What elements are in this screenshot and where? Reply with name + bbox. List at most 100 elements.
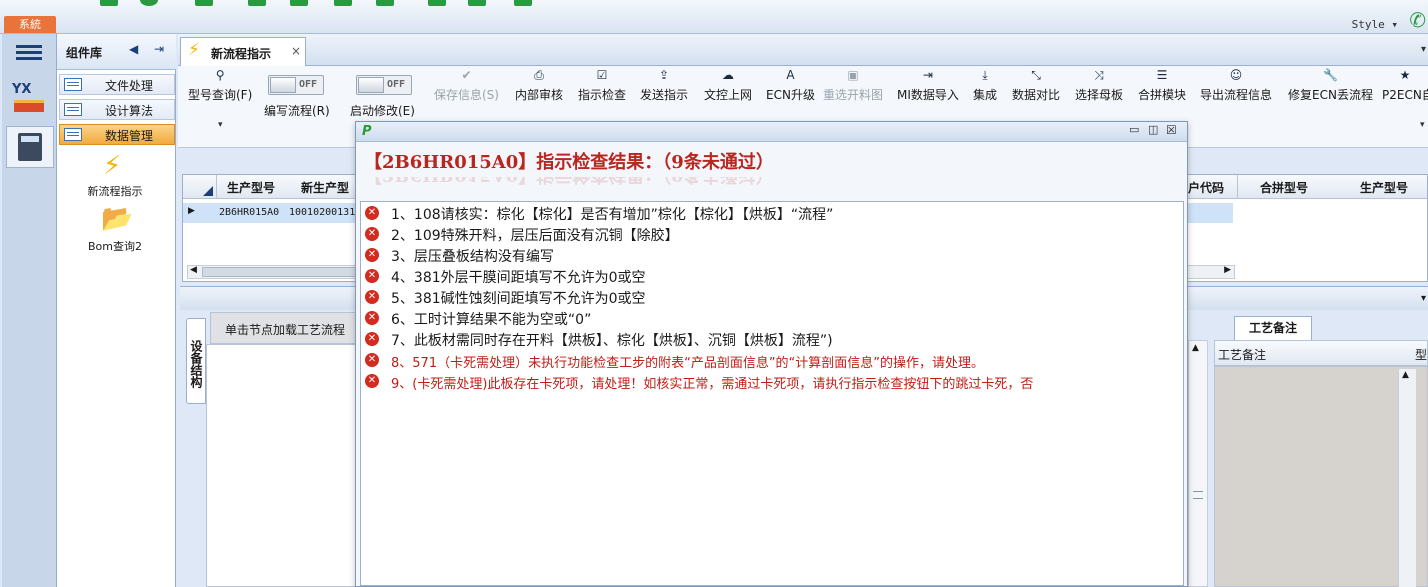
- copy-icon[interactable]: [334, 0, 352, 6]
- export-flow-button[interactable]: ☺ 导出流程信息: [1200, 66, 1272, 103]
- list-item[interactable]: ✕ 9、(卡死需处理)此板存在卡死项，请处理！如核实正常，需通过卡死项，请执行指示…: [361, 371, 1181, 392]
- fix-ecn-button[interactable]: 🔧 修复ECN丢流程: [1288, 66, 1373, 103]
- lock-icon[interactable]: [428, 0, 446, 6]
- error-icon: ✕: [365, 248, 379, 262]
- shortcut-new-flow[interactable]: 新流程指示: [65, 183, 165, 199]
- component-panel-title: 组件库: [66, 46, 103, 60]
- lightning-icon[interactable]: ⚡: [103, 151, 121, 181]
- chevron-down-icon[interactable]: ▾: [1421, 293, 1426, 304]
- dock-icon[interactable]: ⇥: [154, 42, 164, 56]
- scroll-grip[interactable]: [1193, 491, 1203, 499]
- left-rail: YX: [2, 34, 57, 587]
- scroll-left-icon[interactable]: ◀: [190, 265, 197, 275]
- scroll-right-icon[interactable]: ▶: [1224, 265, 1231, 275]
- folder-icon[interactable]: 📂: [101, 204, 133, 234]
- p2ecn-button[interactable]: ★ P2ECN自動: [1382, 66, 1428, 103]
- vertical-scrollbar[interactable]: ▲: [1188, 340, 1208, 587]
- component-item-label: 文件处理: [104, 79, 153, 93]
- send-instruction-button[interactable]: ⇪ 发送指示: [640, 66, 688, 103]
- column-header[interactable]: 合拼型号: [1260, 179, 1308, 196]
- dialog-titlebar[interactable]: P ▭ ◫ ☒: [356, 122, 1187, 142]
- cell-model[interactable]: 2B6HR015A0: [219, 207, 279, 218]
- scroll-up-icon[interactable]: ▲: [1192, 343, 1199, 353]
- column-header[interactable]: 生产型号: [227, 179, 275, 196]
- list-item[interactable]: ✕ 7、此板材需同时存在开料【烘板】、棕化【烘板】、沉铜【烘板】流程”): [361, 329, 1181, 350]
- minimize-icon[interactable]: ▭: [1129, 123, 1139, 136]
- column-header[interactable]: 工艺备注: [1218, 346, 1266, 363]
- tab-process-notes[interactable]: 工艺备注: [1234, 316, 1312, 340]
- column-header[interactable]: 型: [1415, 346, 1427, 363]
- list-item[interactable]: ✕ 4、381外层干膜间距填写不允许为0或空: [361, 266, 1181, 287]
- window-icon: [64, 128, 82, 141]
- import-icon: ⇥: [922, 68, 933, 82]
- vertical-scrollbar[interactable]: ▲: [1398, 369, 1416, 587]
- column-header[interactable]: 新生产型: [301, 179, 349, 196]
- style-menu[interactable]: Style ▾: [1352, 18, 1398, 31]
- user-icon[interactable]: [140, 0, 158, 6]
- search-icon[interactable]: [100, 0, 118, 6]
- list-item[interactable]: ✕ 3、层压叠板结构没有编写: [361, 245, 1181, 266]
- chevron-down-icon[interactable]: ▾: [1420, 120, 1425, 130]
- cell-new-model[interactable]: 10010200131: [289, 207, 355, 218]
- column-header[interactable]: 户代码: [1188, 179, 1224, 196]
- chevron-down-icon[interactable]: ▾: [218, 120, 223, 130]
- process-grid-header: 工艺备注 型: [1214, 340, 1428, 366]
- mi-import-button[interactable]: ⇥ MI数据导入: [897, 66, 959, 103]
- list-item[interactable]: ✕ 6、工时计算结果不能为空或“0”: [361, 308, 1181, 329]
- save-icon[interactable]: [290, 0, 308, 6]
- report-icon[interactable]: [514, 0, 532, 6]
- shortcut-bom-query[interactable]: Bom查询2: [65, 238, 165, 254]
- list-item[interactable]: ✕ 5、381碱性蚀刻间距填写不允许为0或空: [361, 287, 1181, 308]
- load-flow-hint[interactable]: 单击节点加载工艺流程: [210, 312, 356, 344]
- close-icon[interactable]: ☒: [1166, 123, 1177, 137]
- failed-check-list[interactable]: ✕ 1、108请核实：棕化【棕化】是否有增加”棕化【棕化】【烘板】“流程” ✕ 2、1…: [360, 201, 1184, 586]
- model-query-button[interactable]: ⚲ 型号查询(F): [188, 66, 252, 103]
- wrench-icon: 🔧: [1323, 68, 1338, 82]
- data-compare-button[interactable]: ⤡ 数据对比: [1012, 66, 1060, 103]
- component-item-data-management[interactable]: 数据管理: [59, 124, 175, 145]
- list-item[interactable]: ✕ 1、108请核实：棕化【棕化】是否有增加”棕化【棕化】【烘板】“流程”: [361, 203, 1181, 224]
- merge-module-button[interactable]: ☰ 合拼模块: [1138, 66, 1186, 103]
- scissors-icon[interactable]: [248, 0, 266, 6]
- ecn-upgrade-button[interactable]: A ECN升级: [766, 66, 815, 103]
- save-info-button[interactable]: ✔ 保存信息(S): [434, 66, 499, 103]
- component-item-design-algorithm[interactable]: 设计算法: [59, 99, 175, 120]
- tab-equipment-structure[interactable]: 设备结构: [186, 318, 206, 404]
- calculator-icon[interactable]: [6, 126, 54, 168]
- chart-icon[interactable]: [376, 0, 394, 6]
- grid-corner[interactable]: [183, 175, 217, 199]
- list-item[interactable]: ✕ 8、571（卡死需处理）未执行功能检查工步的附表“产品剖面信息”的“计算剖面信…: [361, 350, 1181, 371]
- assemble-button[interactable]: ⤓ 集成: [973, 66, 997, 103]
- reselect-chart-button[interactable]: ▣ 重选开料图: [823, 66, 883, 103]
- equipment-panel: 设备结构 单击节点加载工艺流程: [180, 310, 356, 587]
- phone-icon[interactable]: ✆: [1409, 10, 1426, 30]
- component-item-label: 设计算法: [104, 104, 153, 118]
- tab-new-flow[interactable]: ⚡ 新流程指示 ×: [180, 37, 306, 66]
- font-icon: A: [786, 68, 795, 82]
- grid-icon[interactable]: [195, 0, 213, 6]
- list-item[interactable]: ✕ 2、109特殊开料，层压后面没有沉铜【除胶】: [361, 224, 1181, 245]
- factory-logo-icon[interactable]: YX: [12, 82, 48, 112]
- select-master-button[interactable]: ⤨ 选择母板: [1075, 66, 1123, 103]
- upload-icon: ⇪: [658, 68, 670, 82]
- collapse-left-icon[interactable]: ◀: [129, 42, 138, 56]
- window-icon: [64, 78, 82, 91]
- chevron-down-icon[interactable]: ▾: [1421, 44, 1426, 55]
- write-flow-toggle[interactable]: OFF: [268, 75, 324, 95]
- check-instruction-button[interactable]: ☑ 指示检查: [578, 66, 626, 103]
- maximize-icon[interactable]: ◫: [1148, 123, 1158, 136]
- upload-doc-button[interactable]: ☁ 文控上网: [704, 66, 752, 103]
- scroll-up-icon[interactable]: ▲: [1402, 370, 1409, 380]
- internal-review-button[interactable]: ⎙ 内部审核: [515, 66, 563, 103]
- error-icon: ✕: [365, 374, 379, 388]
- component-item-file-processing[interactable]: 文件处理: [59, 74, 175, 95]
- component-panel: 组件库 ◀ ⇥ 文件处理 设计算法 数据管理 ⚡ 新流程指示 📂 Bom查询2: [57, 34, 176, 587]
- start-modify-toggle[interactable]: OFF: [356, 75, 412, 95]
- printer-icon: ⎙: [534, 68, 544, 82]
- menu-icon[interactable]: [16, 42, 42, 64]
- app-logo-icon: P: [362, 124, 372, 139]
- close-icon[interactable]: ×: [291, 44, 301, 58]
- column-header[interactable]: 生产型号: [1360, 179, 1408, 196]
- table-icon[interactable]: [468, 0, 486, 6]
- system-tab[interactable]: 系統: [4, 16, 56, 33]
